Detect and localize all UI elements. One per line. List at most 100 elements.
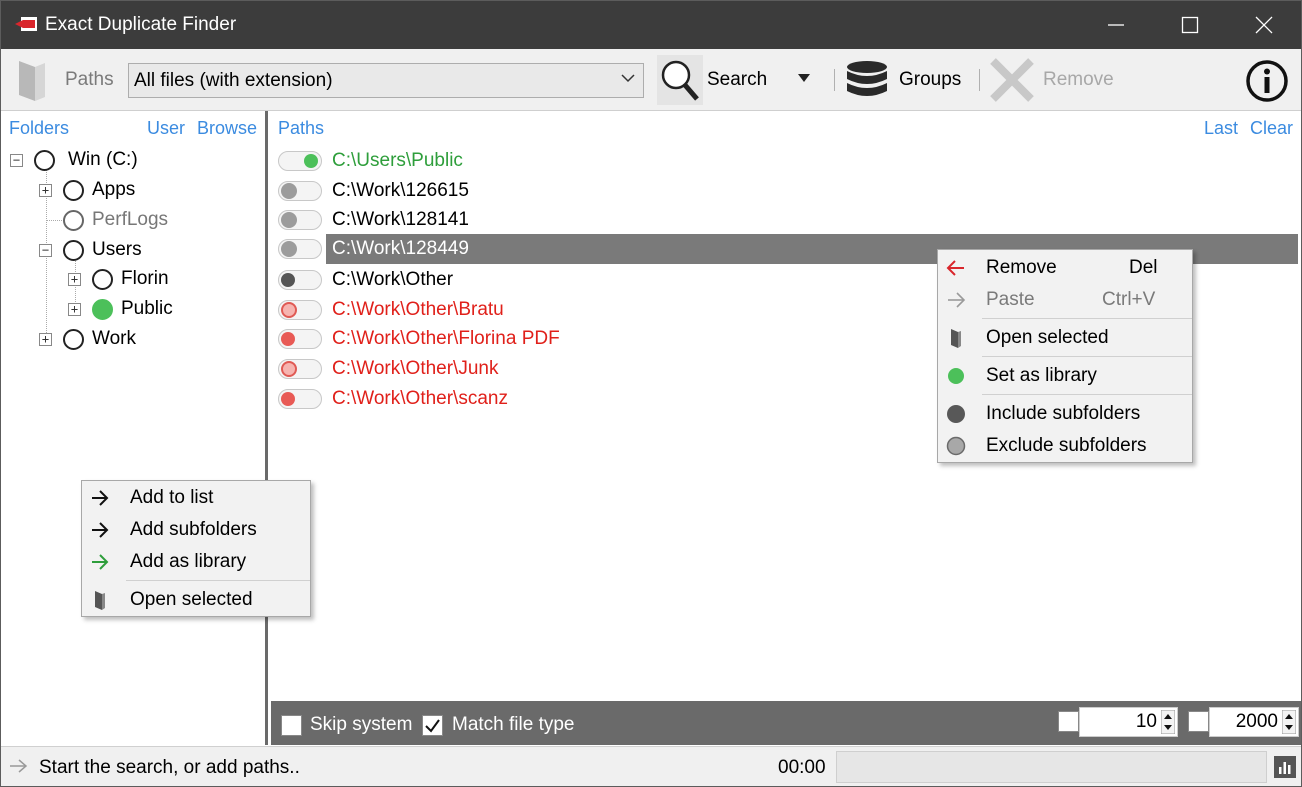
- options-bar: Skip system Match file type 10 2000: [271, 701, 1301, 745]
- clear-link[interactable]: Clear: [1250, 118, 1293, 139]
- include-toggle[interactable]: [278, 329, 322, 349]
- menu-item-label: Remove: [986, 257, 1057, 278]
- max-size-checkbox[interactable]: [1188, 711, 1209, 732]
- exclude-toggle[interactable]: [278, 210, 322, 230]
- arrow-right-gray-icon: [10, 759, 28, 773]
- menu-item-open-selected[interactable]: Open selected: [938, 322, 1192, 354]
- search-options-dropdown[interactable]: [797, 73, 811, 83]
- app-window: Exact Duplicate Finder Paths All files (…: [0, 0, 1302, 787]
- exclude-toggle[interactable]: [278, 239, 322, 259]
- status-bar: Start the search, or add paths.. 00:00: [1, 746, 1301, 786]
- path-text: C:\Work\Other\scanz: [332, 388, 508, 409]
- menu-item-set-library[interactable]: Set as library: [938, 360, 1192, 392]
- menu-item-exclude-subfolders[interactable]: Exclude subfolders: [938, 430, 1192, 462]
- skip-system-checkbox[interactable]: [281, 715, 302, 736]
- user-link[interactable]: User: [147, 118, 185, 139]
- min-size-checkbox[interactable]: [1058, 711, 1079, 732]
- menu-item-include-subfolders[interactable]: Include subfolders: [938, 398, 1192, 430]
- tree-node-label: Public: [121, 298, 173, 319]
- tree-node-work[interactable]: + Work: [39, 324, 136, 354]
- last-link[interactable]: Last: [1204, 118, 1238, 139]
- radio-empty-icon[interactable]: [34, 149, 55, 171]
- tree-node-apps[interactable]: + Apps: [39, 175, 135, 205]
- menu-item-add-to-list[interactable]: Add to list: [82, 482, 310, 514]
- min-size-value: 10: [1135, 711, 1157, 732]
- folders-header: Folders: [9, 118, 70, 138]
- menu-item-paste[interactable]: Paste Ctrl+V: [938, 284, 1192, 316]
- path-text: C:\Work\Other\Junk: [332, 358, 499, 379]
- min-size-spinner[interactable]: 10: [1079, 707, 1178, 737]
- stats-button[interactable]: [1274, 756, 1296, 778]
- folder-icon: [95, 591, 105, 610]
- radio-empty-icon[interactable]: [63, 179, 84, 201]
- tree-node-label: Users: [92, 239, 142, 260]
- arrow-right-gray-icon: [948, 292, 966, 308]
- path-row[interactable]: C:\Work\126615: [271, 176, 1301, 206]
- close-button[interactable]: [1227, 1, 1301, 49]
- menu-item-add-subfolders[interactable]: Add subfolders: [82, 514, 310, 546]
- about-button[interactable]: [1245, 59, 1289, 103]
- expand-icon[interactable]: +: [39, 332, 52, 346]
- title-bar[interactable]: Exact Duplicate Finder: [1, 1, 1301, 49]
- arrow-right-green-icon: [92, 554, 109, 570]
- search-button[interactable]: Search: [657, 55, 767, 105]
- remove-button[interactable]: Remove: [989, 57, 1114, 103]
- spinner-arrows-icon[interactable]: [1282, 710, 1296, 734]
- radio-empty-icon[interactable]: [92, 268, 113, 290]
- menu-item-shortcut: Ctrl+V: [1102, 289, 1156, 310]
- max-size-value: 2000: [1235, 711, 1278, 732]
- menu-item-label: Include subfolders: [986, 403, 1141, 424]
- exclude-toggle[interactable]: [278, 181, 322, 201]
- menu-item-remove[interactable]: Remove Del: [938, 252, 1192, 284]
- browse-link[interactable]: Browse: [197, 118, 257, 139]
- minimize-button[interactable]: [1079, 1, 1153, 49]
- database-icon: [847, 61, 887, 96]
- menu-item-open-selected[interactable]: Open selected: [82, 584, 310, 616]
- radio-empty-icon[interactable]: [63, 239, 84, 261]
- include-toggle[interactable]: [278, 389, 322, 409]
- tree-node-label: Work: [92, 328, 136, 349]
- radio-empty-icon[interactable]: [63, 209, 84, 231]
- file-filter-select[interactable]: All files (with extension): [128, 63, 644, 98]
- groups-button[interactable]: Groups: [845, 59, 961, 101]
- exclude-toggle[interactable]: [278, 300, 322, 320]
- path-row[interactable]: C:\Users\Public: [271, 146, 1301, 176]
- path-row[interactable]: C:\Work\128141: [271, 205, 1301, 235]
- expand-icon[interactable]: +: [68, 302, 81, 316]
- collapse-icon[interactable]: −: [39, 243, 52, 257]
- radio-library-icon[interactable]: [92, 298, 113, 320]
- menu-separator: [982, 318, 1192, 319]
- expand-icon[interactable]: +: [39, 183, 52, 197]
- dark-dot-icon: [947, 405, 965, 423]
- paths-header: Paths: [278, 118, 325, 138]
- tree-node-win-c[interactable]: − Win (C:): [10, 145, 138, 175]
- expand-icon[interactable]: +: [68, 272, 81, 286]
- max-size-spinner[interactable]: 2000: [1209, 707, 1299, 737]
- collapse-icon[interactable]: −: [10, 153, 23, 167]
- menu-item-label: Add subfolders: [130, 519, 257, 540]
- info-icon: [1246, 60, 1288, 102]
- menu-separator: [126, 580, 310, 581]
- spinner-arrows-icon[interactable]: [1161, 710, 1175, 734]
- toolbar-separator: [834, 69, 835, 91]
- menu-item-add-as-library[interactable]: Add as library: [82, 546, 310, 578]
- radio-empty-icon[interactable]: [63, 328, 84, 350]
- folders-context-menu: Add to list Add subfolders Add as librar…: [81, 480, 311, 617]
- paths-button[interactable]: Paths: [15, 57, 114, 103]
- library-toggle[interactable]: [278, 151, 322, 171]
- menu-item-label: Exclude subfolders: [986, 435, 1147, 456]
- tree-node-perflogs[interactable]: PerfLogs: [63, 205, 168, 235]
- match-type-checkbox[interactable]: [422, 715, 443, 736]
- caret-down-icon: [798, 74, 810, 82]
- menu-item-label: Set as library: [986, 365, 1097, 386]
- path-text: C:\Work\Other: [332, 269, 454, 290]
- path-text: C:\Users\Public: [332, 150, 463, 171]
- include-toggle[interactable]: [278, 270, 322, 290]
- tree-node-florin[interactable]: + Florin: [68, 264, 169, 294]
- folders-pane: Folders User Browse − Win (C:) + Apps Pe…: [1, 111, 268, 745]
- maximize-button[interactable]: [1153, 1, 1227, 49]
- tree-node-users[interactable]: − Users: [39, 235, 142, 265]
- tree-node-public[interactable]: + Public: [68, 294, 173, 324]
- tree-node-label: Apps: [92, 179, 136, 200]
- exclude-toggle[interactable]: [278, 359, 322, 379]
